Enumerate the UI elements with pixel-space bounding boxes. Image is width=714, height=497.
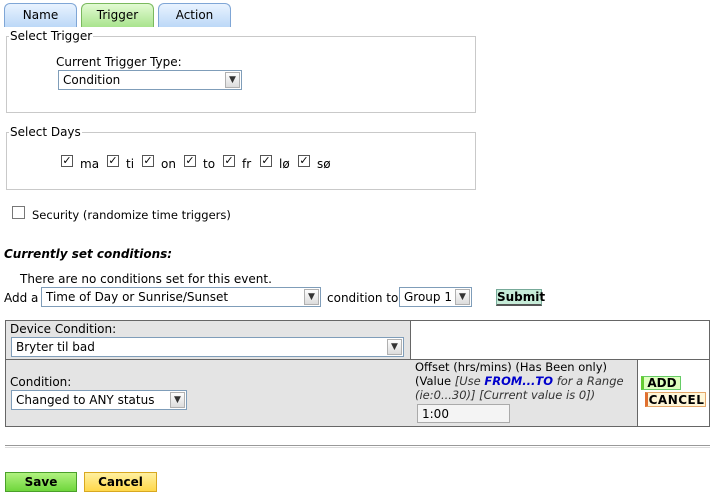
submit-button[interactable]: Submit bbox=[496, 289, 545, 306]
no-conditions-text: There are no conditions set for this eve… bbox=[20, 272, 272, 286]
offset-hint-from-to: FROM...TO bbox=[484, 374, 554, 388]
day-checkbox-to[interactable]: ✓ bbox=[184, 155, 196, 167]
cancel-button[interactable]: Cancel bbox=[84, 472, 157, 492]
tab-trigger[interactable]: Trigger bbox=[81, 3, 154, 27]
group-value: Group 1 bbox=[404, 290, 452, 304]
offset-input[interactable]: 1:00 bbox=[417, 404, 510, 423]
divider bbox=[5, 445, 710, 448]
offset-title: Offset (hrs/mins) (Has Been only) bbox=[415, 360, 608, 374]
day-label-fr: fr bbox=[242, 157, 252, 171]
device-select[interactable]: Bryter til bad ▼ bbox=[11, 337, 404, 357]
select-days-group: Select Days bbox=[6, 125, 476, 190]
save-button[interactable]: Save bbox=[5, 472, 77, 492]
day-checkbox-ma[interactable]: ✓ bbox=[61, 155, 73, 167]
offset-hint-line1: (Value [Use FROM...TO for a Range bbox=[415, 374, 624, 388]
chevron-down-icon: ▼ bbox=[455, 289, 470, 305]
add-condition-button[interactable]: ADD bbox=[641, 376, 681, 390]
empty-cell bbox=[410, 320, 710, 360]
chevron-down-icon: ▼ bbox=[170, 392, 185, 408]
condition-to-label: condition to bbox=[327, 291, 399, 305]
day-label-lo: lø bbox=[279, 157, 290, 171]
trigger-type-label: Current Trigger Type: bbox=[56, 55, 182, 69]
day-label-ti: ti bbox=[126, 157, 135, 171]
device-value: Bryter til bad bbox=[16, 340, 95, 354]
security-checkbox[interactable] bbox=[12, 206, 25, 219]
device-condition-label: Device Condition: bbox=[10, 322, 117, 336]
chevron-down-icon: ▼ bbox=[387, 339, 402, 355]
offset-value: 1:00 bbox=[422, 407, 449, 421]
day-label-on: on bbox=[161, 157, 176, 171]
offset-hint-line2: (ie:0...30)] [Current value is 0]) bbox=[415, 388, 596, 402]
tab-action[interactable]: Action bbox=[158, 3, 231, 27]
condition-type-select[interactable]: Time of Day or Sunrise/Sunset ▼ bbox=[41, 287, 321, 307]
condition-select[interactable]: Changed to ANY status ▼ bbox=[11, 390, 187, 410]
offset-hint-use: [Use bbox=[454, 374, 485, 388]
select-trigger-legend: Select Trigger bbox=[10, 29, 93, 43]
offset-hint-range: for a Range bbox=[553, 374, 624, 388]
day-checkbox-on[interactable]: ✓ bbox=[142, 155, 154, 167]
offset-hint-prefix: (Value bbox=[415, 374, 455, 388]
trigger-type-value: Condition bbox=[63, 73, 121, 87]
condition-label: Condition: bbox=[10, 375, 72, 389]
condition-type-value: Time of Day or Sunrise/Sunset bbox=[46, 290, 229, 304]
day-checkbox-fr[interactable]: ✓ bbox=[223, 155, 235, 167]
day-label-to: to bbox=[203, 157, 216, 171]
group-select[interactable]: Group 1 ▼ bbox=[399, 287, 472, 307]
tab-name[interactable]: Name bbox=[4, 3, 77, 27]
condition-value: Changed to ANY status bbox=[16, 393, 155, 407]
day-label-so: sø bbox=[317, 157, 331, 171]
chevron-down-icon: ▼ bbox=[304, 289, 319, 305]
day-label-ma: ma bbox=[80, 157, 100, 171]
add-prefix-label: Add a bbox=[4, 291, 39, 305]
conditions-heading: Currently set conditions: bbox=[4, 247, 173, 261]
day-checkbox-so[interactable]: ✓ bbox=[298, 155, 310, 167]
select-days-legend: Select Days bbox=[10, 125, 81, 139]
trigger-type-select[interactable]: Condition ▼ bbox=[58, 70, 242, 90]
cancel-condition-button[interactable]: CANCEL bbox=[645, 392, 706, 407]
day-checkbox-ti[interactable]: ✓ bbox=[107, 155, 119, 167]
chevron-down-icon: ▼ bbox=[225, 72, 240, 88]
security-label: Security (randomize time triggers) bbox=[32, 208, 231, 222]
day-checkbox-lo[interactable]: ✓ bbox=[260, 155, 272, 167]
